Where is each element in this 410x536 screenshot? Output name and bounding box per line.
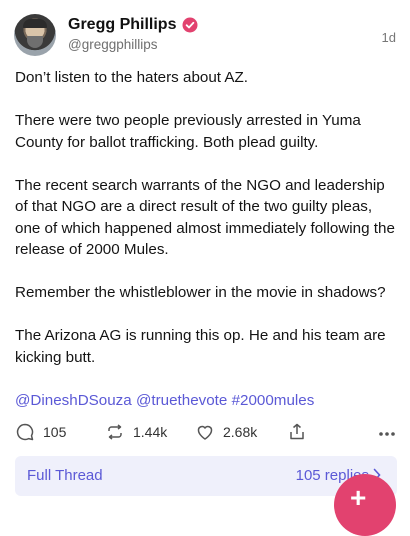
share-button[interactable]	[287, 420, 307, 444]
post-paragraph: The Arizona AG is running this op. He an…	[15, 327, 386, 366]
author-block[interactable]: Gregg Phillips @greggphillips	[68, 16, 198, 52]
avatar-beard	[27, 36, 43, 48]
handle[interactable]: @greggphillips	[68, 37, 198, 52]
more-button[interactable]	[378, 424, 396, 440]
repost-icon	[108, 424, 122, 440]
plus-icon: +	[350, 482, 367, 513]
reply-count: 105	[43, 424, 67, 440]
post-body: Don’t listen to the haters about AZ. The…	[15, 67, 397, 433]
like-button[interactable]: 2.68k	[195, 420, 257, 444]
verified-icon	[182, 17, 198, 33]
post-header: Gregg Phillips @greggphillips 1d	[14, 14, 396, 60]
share-icon	[290, 423, 304, 440]
post-tags[interactable]: @DineshDSouza @truethevote #2000mules	[15, 390, 397, 412]
more-icon	[379, 432, 395, 436]
repost-count: 1.44k	[133, 424, 168, 440]
display-name[interactable]: Gregg Phillips	[68, 16, 176, 34]
like-count: 2.68k	[223, 424, 258, 440]
floating-action-button[interactable]: +	[334, 474, 396, 536]
avatar-cap	[23, 19, 47, 28]
post-time: 1d	[381, 30, 396, 45]
repost-button[interactable]: 1.44k	[105, 420, 167, 444]
post-paragraph: There were two people previously arreste…	[15, 112, 361, 151]
reply-icon	[16, 423, 34, 441]
action-bar: 105 1.44k 2.68k	[15, 420, 396, 444]
like-icon	[197, 425, 213, 440]
full-thread-link[interactable]: Full Thread	[27, 467, 103, 484]
reply-button[interactable]: 105	[15, 420, 66, 444]
post-paragraph: Don’t listen to the haters about AZ.	[15, 69, 249, 86]
post-paragraph: Remember the whistleblower in the movie …	[15, 284, 386, 301]
avatar[interactable]	[14, 14, 56, 56]
name-row: Gregg Phillips	[68, 16, 198, 34]
post-paragraph: The recent search warrants of the NGO an…	[15, 176, 395, 259]
